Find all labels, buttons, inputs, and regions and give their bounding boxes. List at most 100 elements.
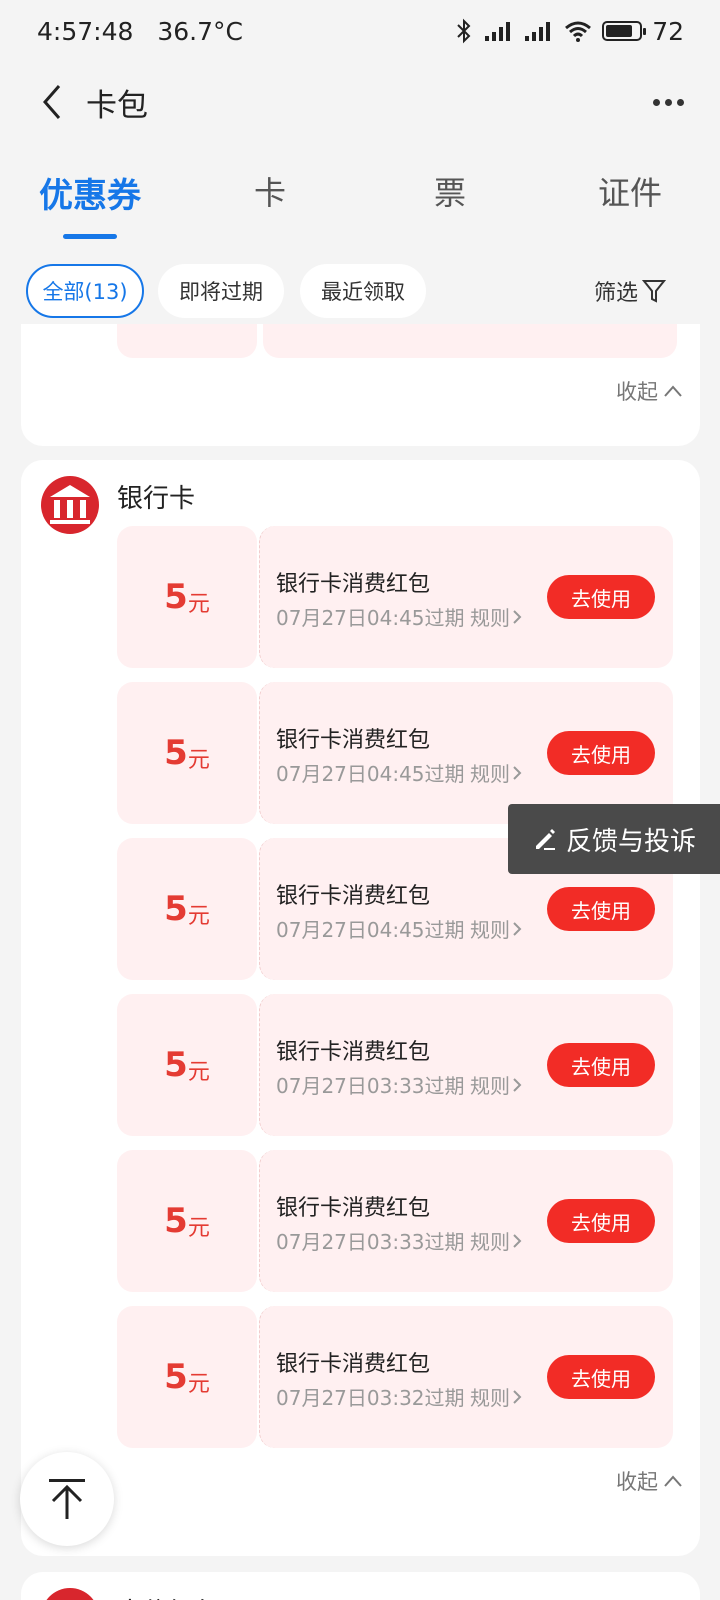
coupon-body: 银行卡消费红包 07月27日03:32过期 规则 去使用 [259,1306,673,1448]
tab-documents[interactable]: 证件 [560,168,700,214]
filter-button[interactable]: 筛选 [594,264,666,318]
coupon-expiry: 07月27日03:33过期 [276,1230,465,1254]
coupon-rule-link[interactable]: 规则 [470,1382,522,1411]
coupon-card: 5 元 银行卡消费红包 07月27日03:32过期 规则 去使用 [117,1306,689,1448]
coupon-rule-label: 规则 [470,1230,510,1254]
coupon-card: 5 元 银行卡消费红包 07月27日03:33过期 规则 去使用 [117,994,689,1136]
coupon-card: 5 元 银行卡消费红包 07月27日04:45过期 规则 去使用 [117,682,689,824]
coupon-body: 银行卡消费红包 07月27日03:33过期 规则 去使用 [259,1150,673,1292]
use-coupon-button[interactable]: 去使用 [547,575,655,619]
collapse-label: 收起 [616,1470,658,1494]
coupon-stub [117,324,257,358]
coupon-title: 银行卡消费红包 [276,884,431,909]
coupon-rule-label: 规则 [470,762,510,786]
use-coupon-button[interactable]: 去使用 [547,1355,655,1399]
coupon-amount-value: 5 [164,733,188,773]
status-right: 72 [454,17,684,46]
use-coupon-button[interactable]: 去使用 [547,887,655,931]
coupon-rule-label: 规则 [470,1074,510,1098]
tab-indicator [63,234,117,239]
filter-chip-recent[interactable]: 最近领取 [300,264,426,318]
tab-tickets[interactable]: 票 [380,168,520,214]
collapse-label: 收起 [616,380,658,404]
coupon-rule-link[interactable]: 规则 [470,914,522,943]
coupon-title: 银行卡消费红包 [276,1196,431,1221]
header: 卡包 [0,62,720,142]
edit-icon [535,829,555,850]
coupon-body: 银行卡消费红包 07月27日04:45过期 规则 去使用 [259,682,673,824]
coupon-amount-value: 5 [164,1357,188,1397]
page-title: 卡包 [86,87,148,124]
coupon-amount: 5 元 [117,1150,257,1292]
coupon-title: 银行卡消费红包 [276,728,431,753]
filter-chip-all[interactable]: 全部(13) [26,264,144,318]
more-dot-icon [664,98,672,106]
status-time: 4:57:48 [37,16,134,46]
coupon-amount-unit: 元 [187,592,210,617]
signal-icon [485,22,511,41]
back-button[interactable] [22,72,82,132]
coupon-rule-link[interactable]: 规则 [470,758,522,787]
use-coupon-button[interactable]: 去使用 [547,1199,655,1243]
back-to-top-button[interactable] [20,1452,114,1546]
coupon-expiry: 07月27日03:32过期 [276,1386,465,1410]
coupon-expiry: 07月27日03:33过期 [276,1074,465,1098]
use-coupon-button[interactable]: 去使用 [547,1043,655,1087]
use-coupon-button[interactable]: 去使用 [547,731,655,775]
more-dot-icon [676,98,684,106]
coupon-amount-unit: 元 [187,1216,210,1241]
coupon-rule-label: 规则 [470,918,510,942]
chevron-right-icon [513,1077,522,1092]
coupon-amount-unit: 元 [187,1060,210,1085]
coupon-title: 银行卡消费红包 [276,1352,431,1377]
chevron-right-icon [513,1389,522,1404]
battery-level: 72 [652,16,684,46]
tab-coupons[interactable]: 优惠券 [20,168,160,217]
section-title: 银行卡 [117,484,196,514]
coupon-rule-link[interactable]: 规则 [470,602,522,631]
coupon-amount: 5 元 [117,1306,257,1448]
feedback-button[interactable]: 反馈与投诉 [508,804,720,874]
filter-chip-expiring[interactable]: 即将过期 [158,264,284,318]
feedback-label: 反馈与投诉 [565,826,696,857]
coupon-amount-unit: 元 [187,748,210,773]
arrow-up-icon [49,1479,85,1519]
tab-cards[interactable]: 卡 [200,168,340,214]
coupon-body: 银行卡消费红包 07月27日04:45过期 规则 去使用 [259,526,673,668]
coupon-amount: 5 元 [117,682,257,824]
coupon-expiry: 07月27日04:45过期 [276,762,465,786]
battery-icon [602,21,647,41]
chevron-right-icon [513,609,522,624]
bank-card-section: 银行卡 5 元 银行卡消费红包 07月27日04:45过期 规则 去使用 5 元 [21,460,700,1556]
filter-label: 筛选 [593,281,638,306]
coupon-amount-value: 5 [164,1201,188,1241]
coupon-amount-unit: 元 [187,1372,210,1397]
citic-bank-logo-icon [41,1588,99,1600]
coupon-expiry: 07月27日04:45过期 [276,606,465,630]
battery-fill [606,25,633,37]
status-temperature: 36.7°C [157,16,243,46]
coupon-body: 银行卡消费红包 07月27日03:33过期 规则 去使用 [259,994,673,1136]
coupon-rule-link[interactable]: 规则 [470,1226,522,1255]
chevron-up-icon [664,385,682,397]
chevron-up-icon [664,1475,682,1487]
chevron-right-icon [513,1233,522,1248]
status-left: 4:57:48 36.7°C [37,17,259,46]
coupon-stub [263,324,677,358]
chevron-right-icon [513,765,522,780]
coupon-expiry: 07月27日04:45过期 [276,918,465,942]
more-button[interactable] [640,76,696,128]
section-title: 中信银行 [117,1592,221,1600]
coupon-amount: 5 元 [117,526,257,668]
coupon-amount: 5 元 [117,838,257,980]
collapse-button[interactable]: 收起 [616,1466,682,1496]
collapse-button[interactable]: 收起 [616,376,682,406]
coupon-rule-label: 规则 [470,1386,510,1410]
funnel-icon [642,280,666,303]
wifi-icon [565,21,592,42]
coupon-title: 银行卡消费红包 [276,1040,431,1065]
content-area[interactable]: 收起 银行卡 5 元 银行卡消费红包 07月27日04:45过期 规则 去使用 … [0,324,720,1600]
bank-icon [41,476,99,534]
coupon-card: 5 元 银行卡消费红包 07月27日03:33过期 规则 去使用 [117,1150,689,1292]
coupon-rule-link[interactable]: 规则 [470,1070,522,1099]
